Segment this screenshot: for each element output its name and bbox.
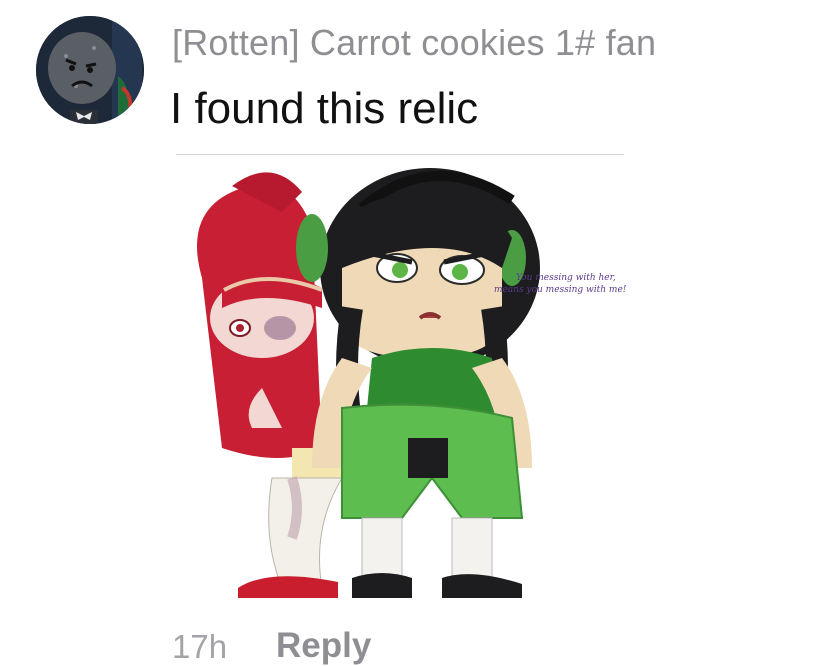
reply-button[interactable]: Reply [276,626,371,666]
attached-image[interactable]: You messing with her, means you messing … [172,158,632,608]
comment-author[interactable]: [Rotten] Carrot cookies 1# fan [172,22,656,64]
divider [176,154,624,155]
drawing-caption-line-2: means you messing with me! [494,285,627,295]
comment-text: I found this relic [170,84,479,133]
avatar-icon [36,16,144,124]
drawing-caption-line-1: You messing with her, [516,273,616,283]
comment-time: 17h [172,628,228,665]
avatar[interactable] [36,16,144,124]
drawing-image: You messing with her, means you messing … [197,168,627,598]
